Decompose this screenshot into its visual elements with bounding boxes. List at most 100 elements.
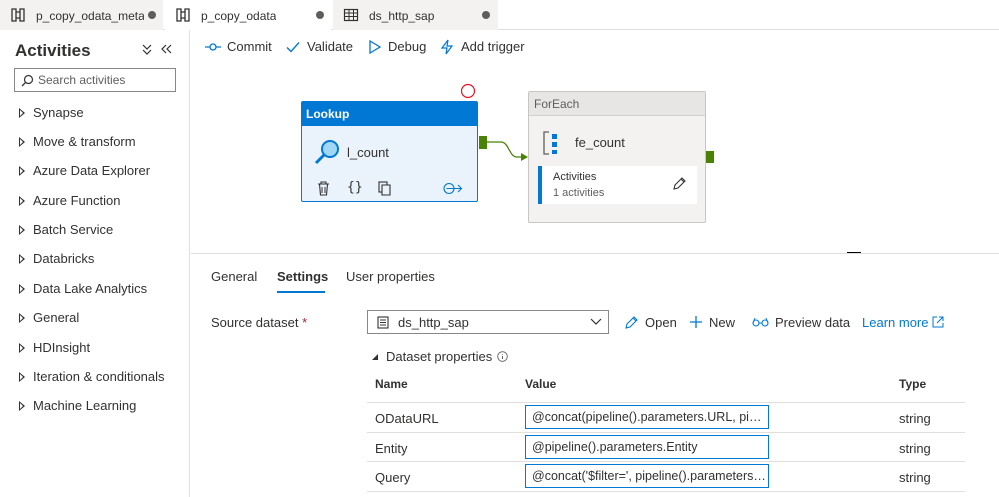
activity-category[interactable]: Move & transform bbox=[0, 129, 189, 155]
inner-activities-title: Activities bbox=[553, 171, 597, 183]
double-chevron-left-icon[interactable] bbox=[160, 43, 172, 55]
lookup-success-port[interactable] bbox=[479, 136, 487, 149]
lookup-magnifier-icon bbox=[314, 140, 339, 165]
activity-category-label: Move & transform bbox=[33, 134, 136, 149]
tab-user-properties[interactable]: User properties bbox=[346, 269, 435, 284]
expand-caret-icon bbox=[19, 166, 25, 176]
expand-caret-icon bbox=[19, 372, 25, 382]
property-value-input[interactable]: @concat(pipeline().parameters.URL, pipel… bbox=[525, 405, 769, 429]
tab-pipeline[interactable]: p_copy_odata bbox=[165, 0, 331, 30]
activity-category-label: Databricks bbox=[33, 251, 95, 266]
property-name: Query bbox=[375, 470, 411, 485]
foreach-activity[interactable]: ForEach fe_count Activities 1 activities bbox=[528, 91, 706, 223]
dataset-icon bbox=[377, 316, 389, 329]
caret-down-icon bbox=[372, 353, 378, 360]
property-value-input[interactable]: @concat('$filter=', pipeline().parameter… bbox=[525, 464, 769, 488]
activity-category-label: Machine Learning bbox=[33, 398, 137, 413]
info-icon[interactable] bbox=[497, 351, 508, 362]
activity-category[interactable]: Azure Data Explorer bbox=[0, 158, 189, 184]
search-activities[interactable] bbox=[14, 68, 176, 92]
property-value-input[interactable]: @pipeline().parameters.Entity bbox=[525, 435, 769, 459]
pipeline-canvas[interactable]: Lookup l_count {} ForEach fe_count Activ… bbox=[191, 63, 999, 254]
lookup-activity-name: l_count bbox=[347, 145, 389, 160]
expand-caret-icon bbox=[19, 401, 25, 411]
row-divider bbox=[367, 461, 965, 462]
activity-category-label: General bbox=[33, 310, 80, 325]
activity-category[interactable]: Iteration & conditionals bbox=[0, 364, 189, 390]
source-dataset-dropdown[interactable]: ds_http_sap bbox=[367, 310, 609, 334]
play-icon bbox=[369, 39, 382, 54]
activity-category-label: Azure Data Explorer bbox=[33, 163, 151, 178]
collapse-all-icon[interactable] bbox=[141, 43, 153, 55]
edit-pencil-icon[interactable] bbox=[672, 177, 686, 191]
activity-category[interactable]: General bbox=[0, 305, 189, 331]
add-output-icon[interactable] bbox=[443, 182, 463, 195]
foreach-inner-activities[interactable]: Activities 1 activities bbox=[538, 166, 697, 204]
debug-button[interactable]: Debug bbox=[366, 30, 426, 63]
activity-category-label: Iteration & conditionals bbox=[33, 369, 165, 384]
expand-caret-icon bbox=[19, 225, 25, 235]
foreach-success-port[interactable] bbox=[706, 151, 714, 163]
search-input[interactable] bbox=[38, 71, 172, 89]
tab-label: ds_http_sap bbox=[369, 9, 435, 23]
add-trigger-label: Add trigger bbox=[461, 39, 525, 54]
foreach-type-label: ForEach bbox=[529, 92, 705, 116]
commit-button[interactable]: Commit bbox=[205, 30, 272, 63]
lightning-icon bbox=[440, 39, 454, 54]
property-type: string bbox=[899, 441, 931, 456]
learn-more-link[interactable]: Learn more bbox=[862, 310, 944, 334]
inner-activities-count: 1 activities bbox=[553, 187, 605, 199]
document-tab-bar: p_copy_odata_meta... p_copy_odata ds_htt… bbox=[0, 0, 999, 30]
active-tab-indicator bbox=[277, 291, 325, 293]
activity-category[interactable]: Data Lake Analytics bbox=[0, 276, 189, 302]
add-trigger-button[interactable]: Add trigger bbox=[439, 30, 525, 63]
expand-caret-icon bbox=[19, 343, 25, 353]
activity-category[interactable]: Synapse bbox=[0, 100, 189, 126]
lookup-activity[interactable]: Lookup l_count {} bbox=[301, 101, 478, 202]
property-type: string bbox=[899, 411, 931, 426]
commit-icon bbox=[205, 42, 221, 51]
activities-title: Activities bbox=[15, 41, 91, 60]
activity-category[interactable]: HDInsight bbox=[0, 335, 189, 361]
validate-button[interactable]: Validate bbox=[285, 30, 353, 63]
activity-category[interactable]: Machine Learning bbox=[0, 393, 189, 419]
copy-icon[interactable] bbox=[378, 181, 393, 196]
success-connector[interactable] bbox=[487, 137, 529, 161]
expand-caret-icon bbox=[19, 254, 25, 264]
activity-category[interactable]: Batch Service bbox=[0, 217, 189, 243]
dataset-properties-label: Dataset properties bbox=[386, 349, 493, 364]
activity-category-label: Data Lake Analytics bbox=[33, 281, 148, 296]
activity-category[interactable]: Databricks bbox=[0, 246, 189, 272]
checkmark-icon bbox=[286, 41, 300, 53]
column-name-header: Name bbox=[375, 377, 408, 391]
debug-label: Debug bbox=[388, 39, 427, 54]
tab-pipeline-meta[interactable]: p_copy_odata_meta... bbox=[0, 0, 163, 30]
code-icon[interactable]: {} bbox=[347, 180, 363, 195]
unsaved-dot-icon bbox=[148, 11, 156, 19]
activity-category[interactable]: Azure Function bbox=[0, 188, 189, 214]
activity-category-label: HDInsight bbox=[33, 340, 91, 355]
lookup-type-label: Lookup bbox=[302, 102, 477, 126]
glasses-icon bbox=[752, 317, 769, 327]
error-indicator-icon bbox=[460, 83, 476, 99]
row-divider bbox=[367, 402, 965, 403]
tab-dataset[interactable]: ds_http_sap bbox=[333, 0, 498, 30]
activity-category-label: Azure Function bbox=[33, 193, 121, 208]
new-button[interactable]: New bbox=[689, 310, 735, 334]
source-dataset-label: Source dataset * bbox=[211, 315, 307, 330]
source-dataset-text: Source dataset bbox=[211, 315, 299, 330]
expand-caret-icon bbox=[19, 284, 25, 294]
expand-caret-icon bbox=[19, 196, 25, 206]
delete-icon[interactable] bbox=[317, 181, 330, 196]
foreach-icon bbox=[543, 131, 557, 155]
unsaved-dot-icon bbox=[316, 11, 324, 19]
dataset-properties-header[interactable]: Dataset properties bbox=[371, 349, 508, 364]
tab-general[interactable]: General bbox=[211, 269, 257, 284]
unsaved-dot-icon bbox=[482, 11, 490, 19]
external-link-icon bbox=[932, 316, 944, 328]
tab-label: p_copy_odata_meta... bbox=[36, 9, 144, 23]
open-button[interactable]: Open bbox=[624, 310, 677, 334]
table-icon bbox=[343, 8, 359, 22]
tab-settings[interactable]: Settings bbox=[277, 269, 328, 284]
preview-data-button[interactable]: Preview data bbox=[752, 310, 850, 334]
